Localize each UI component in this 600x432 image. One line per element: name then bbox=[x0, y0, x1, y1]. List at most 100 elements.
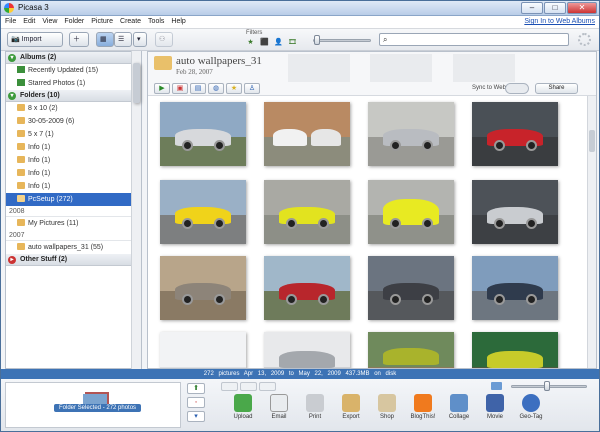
collage-icon[interactable]: ▣ bbox=[172, 83, 188, 94]
thumbnail-scrollbar-thumb[interactable] bbox=[589, 130, 595, 152]
upload-label: Upload bbox=[233, 414, 253, 420]
menu-create[interactable]: Create bbox=[116, 16, 144, 25]
movie-button[interactable]: Movie bbox=[477, 392, 513, 420]
geotag-label: Geo-Tag bbox=[519, 414, 543, 420]
collage-button[interactable]: Collage bbox=[441, 392, 477, 420]
hold-pin-icon[interactable]: ⬆ bbox=[187, 383, 205, 394]
add-to-album-icon[interactable]: ▾ bbox=[187, 411, 205, 422]
close-button[interactable]: ✕ bbox=[567, 2, 597, 14]
photo-thumbnail[interactable] bbox=[472, 180, 558, 244]
album-item[interactable]: Recently Updated (15) bbox=[6, 64, 141, 77]
clear-tray-icon[interactable]: ◦ bbox=[187, 397, 205, 408]
photo-thumbnail[interactable] bbox=[160, 332, 246, 368]
photo-thumbnail[interactable] bbox=[160, 180, 246, 244]
album-item[interactable]: Starred Photos (1) bbox=[6, 77, 141, 90]
faded-preview bbox=[288, 54, 350, 82]
album-title[interactable]: auto wallpapers_31 bbox=[176, 55, 262, 67]
photo-thumbnail[interactable] bbox=[472, 332, 558, 368]
folder-item[interactable]: auto wallpapers_31 (55) bbox=[6, 241, 141, 254]
folder-item[interactable]: My Pictures (11) bbox=[6, 217, 141, 230]
folder-item[interactable]: 5 x 7 (1) bbox=[6, 128, 141, 141]
movie-label: Movie bbox=[486, 414, 503, 420]
export-folder-icon bbox=[342, 394, 360, 412]
other-stuff-section-header[interactable]: ▸ Other Stuff (2) bbox=[6, 254, 141, 266]
date-filter-slider[interactable] bbox=[313, 39, 371, 42]
folder-item[interactable]: Info (1) bbox=[6, 180, 141, 193]
thumbnail-view-button[interactable]: ▦ bbox=[96, 32, 114, 47]
photo-thumbnail[interactable] bbox=[264, 102, 350, 166]
date-filter-slider-handle[interactable] bbox=[314, 35, 320, 45]
thumbnail-size-slider-handle[interactable] bbox=[544, 381, 550, 391]
sign-in-link[interactable]: Sign In to Web Albums bbox=[524, 18, 595, 25]
minimize-button[interactable]: – bbox=[521, 2, 543, 14]
albums-section-header[interactable]: ▾ Albums (2) bbox=[6, 52, 141, 64]
export-button[interactable]: Export bbox=[333, 392, 369, 420]
folder-item[interactable]: Info (1) bbox=[6, 154, 141, 167]
view-dropdown-button[interactable]: ▾ bbox=[133, 32, 147, 47]
geotag-button[interactable]: Geo-Tag bbox=[513, 392, 549, 420]
print-button[interactable]: Print bbox=[297, 392, 333, 420]
play-slideshow-icon[interactable]: ▶ bbox=[154, 83, 170, 94]
photo-thumbnail[interactable] bbox=[368, 332, 454, 368]
collapse-icon[interactable]: ▾ bbox=[8, 92, 16, 100]
photo-thumbnail[interactable] bbox=[368, 180, 454, 244]
menu-folder[interactable]: Folder bbox=[60, 16, 87, 25]
folders-section-header[interactable]: ▾ Folders (10) bbox=[6, 90, 141, 102]
photo-thumbnail[interactable] bbox=[264, 180, 350, 244]
sync-to-web-toggle[interactable] bbox=[505, 83, 529, 94]
photo-thumbnail[interactable] bbox=[472, 256, 558, 320]
geotag-filter-icon[interactable]: 🎞 bbox=[287, 38, 298, 48]
star-filter-icon[interactable]: ★ bbox=[245, 38, 256, 48]
menu-edit[interactable]: Edit bbox=[19, 16, 38, 25]
search-input[interactable]: ⌕ bbox=[379, 33, 569, 46]
people-icon[interactable]: ♙ bbox=[244, 83, 260, 94]
blogthis-button[interactable]: BlogThis! bbox=[405, 392, 441, 420]
photo-thumbnail[interactable] bbox=[368, 102, 454, 166]
maximize-button[interactable]: □ bbox=[544, 2, 566, 14]
star-icon[interactable]: ★ bbox=[226, 83, 242, 94]
photo-thumbnail[interactable] bbox=[264, 332, 350, 368]
photo-thumbnail[interactable] bbox=[368, 256, 454, 320]
shop-icon bbox=[378, 394, 396, 412]
movie-icon bbox=[486, 394, 504, 412]
expand-icon[interactable]: ▸ bbox=[8, 256, 16, 264]
sidebar-scrollbar-thumb[interactable] bbox=[133, 63, 140, 103]
folder-label: 5 x 7 (1) bbox=[28, 131, 54, 138]
menu-file[interactable]: File bbox=[1, 16, 19, 25]
folder-item-selected[interactable]: PcSetup (272) bbox=[6, 193, 141, 206]
collapse-icon[interactable]: ▾ bbox=[8, 54, 16, 62]
share-button[interactable]: Share bbox=[535, 83, 578, 94]
star-tool-icon[interactable] bbox=[221, 382, 238, 391]
thumbnail-scrollbar[interactable] bbox=[587, 96, 596, 368]
shop-button[interactable]: Shop bbox=[369, 392, 405, 420]
globe-icon[interactable]: ◍ bbox=[208, 83, 224, 94]
rotate-left-icon[interactable] bbox=[240, 382, 257, 391]
photo-tray-holding-area[interactable]: Folder Selected - 272 photos bbox=[5, 382, 181, 428]
photo-thumbnail[interactable] bbox=[160, 102, 246, 166]
folder-icon bbox=[17, 143, 25, 150]
thumbnail-size-icon bbox=[491, 382, 502, 390]
folder-item[interactable]: 30-05-2009 (6) bbox=[6, 115, 141, 128]
folder-item[interactable]: Info (1) bbox=[6, 141, 141, 154]
menu-picture[interactable]: Picture bbox=[87, 16, 116, 25]
menu-help[interactable]: Help bbox=[167, 16, 188, 25]
menu-tools[interactable]: Tools bbox=[144, 16, 167, 25]
rotate-right-icon[interactable] bbox=[259, 382, 276, 391]
import-button[interactable]: 📷 Import bbox=[7, 32, 63, 47]
photo-thumbnail[interactable] bbox=[472, 102, 558, 166]
menu-view[interactable]: View bbox=[38, 16, 60, 25]
sidebar-scrollbar[interactable] bbox=[131, 51, 141, 369]
upload-button[interactable]: Upload bbox=[225, 392, 261, 420]
folder-item[interactable]: 8 x 10 (2) bbox=[6, 102, 141, 115]
list-view-button[interactable]: ☰ bbox=[114, 32, 132, 47]
face-filter-icon[interactable]: 👤 bbox=[273, 38, 284, 48]
folder-icon bbox=[17, 195, 25, 202]
photo-thumbnail[interactable] bbox=[160, 256, 246, 320]
people-button[interactable]: ⚇ bbox=[155, 32, 173, 47]
photo-thumbnail[interactable] bbox=[264, 256, 350, 320]
add-folder-button[interactable]: ＋ bbox=[69, 32, 89, 47]
email-button[interactable]: Email bbox=[261, 392, 297, 420]
movie-icon[interactable]: ▤ bbox=[190, 83, 206, 94]
video-filter-icon[interactable]: ⬛ bbox=[259, 38, 270, 48]
folder-item[interactable]: Info (1) bbox=[6, 167, 141, 180]
